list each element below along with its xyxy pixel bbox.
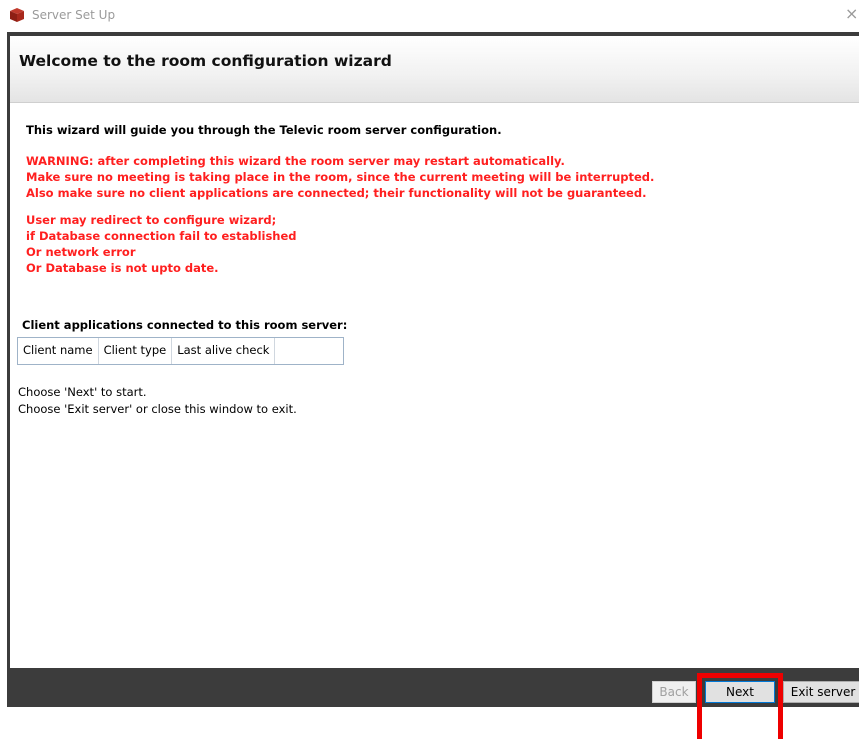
- column-header-last-alive-check[interactable]: Last alive check: [172, 338, 276, 364]
- clients-section-title: Client applications connected to this ro…: [22, 318, 348, 332]
- redirect-line: Or network error: [26, 245, 136, 259]
- redirect-line: User may redirect to configure wizard;: [26, 213, 277, 227]
- column-header-client-name[interactable]: Client name: [18, 338, 99, 364]
- column-header-filler: [275, 338, 343, 364]
- column-header-client-type[interactable]: Client type: [98, 338, 173, 364]
- wizard-panel: Welcome to the room configuration wizard…: [10, 36, 859, 668]
- client-applications-table[interactable]: Client name Client type Last alive check: [17, 337, 344, 365]
- warning-line: WARNING: after completing this wizard th…: [26, 154, 565, 168]
- wizard-content: This wizard will guide you through the T…: [26, 123, 846, 276]
- exit-server-button[interactable]: Exit server: [783, 681, 859, 703]
- redirect-line: if Database connection fail to establish…: [26, 229, 297, 243]
- title-bar: Server Set Up ×: [0, 0, 859, 32]
- hint-exit: Choose 'Exit server' or close this windo…: [18, 402, 297, 416]
- app-icon: [9, 7, 25, 23]
- page-title: Welcome to the room configuration wizard: [19, 52, 392, 70]
- window-title: Server Set Up: [32, 8, 116, 22]
- warning-block: WARNING: after completing this wizard th…: [26, 153, 846, 201]
- warning-line: Also make sure no client applications ar…: [26, 186, 647, 200]
- close-icon[interactable]: ×: [845, 4, 859, 24]
- wizard-header: Welcome to the room configuration wizard: [10, 36, 859, 103]
- intro-text: This wizard will guide you through the T…: [26, 123, 502, 137]
- redirect-line: Or Database is not upto date.: [26, 261, 219, 275]
- back-button[interactable]: Back: [652, 681, 696, 703]
- warning-line: Make sure no meeting is taking place in …: [26, 170, 655, 184]
- redirect-block: User may redirect to configure wizard; i…: [26, 212, 846, 276]
- next-button[interactable]: Next: [705, 681, 775, 703]
- hint-next: Choose 'Next' to start.: [18, 385, 147, 399]
- wizard-frame: Welcome to the room configuration wizard…: [7, 32, 859, 739]
